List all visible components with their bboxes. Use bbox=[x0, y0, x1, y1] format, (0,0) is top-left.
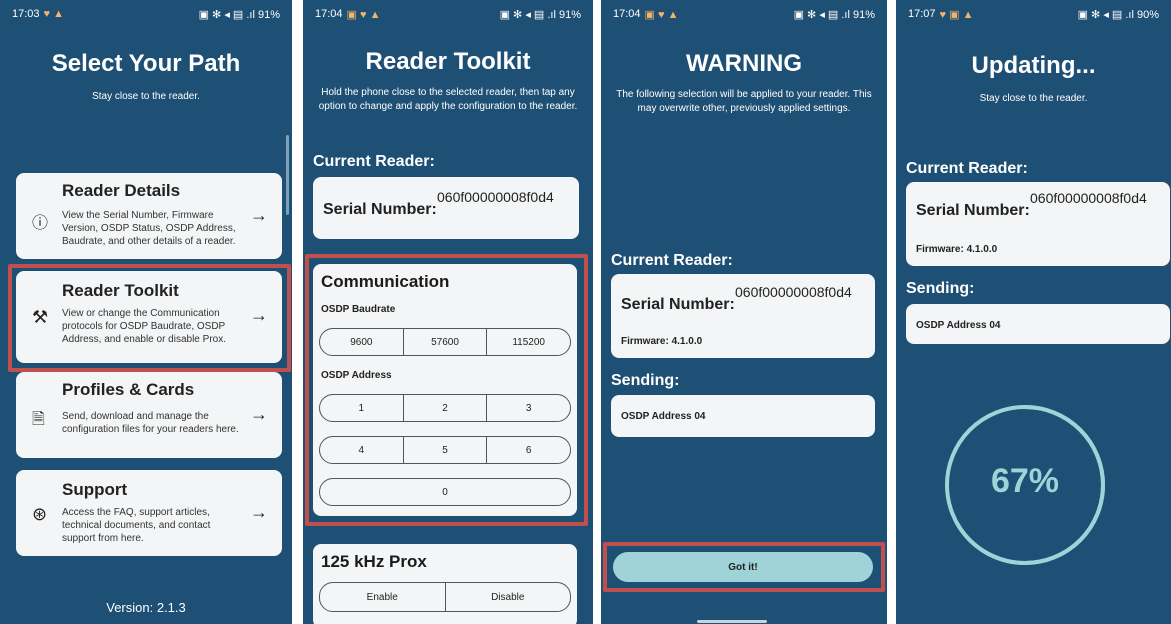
arrow-right-icon: → bbox=[250, 205, 268, 225]
highlight-frame bbox=[8, 264, 291, 372]
current-reader-label: Current Reader: bbox=[313, 153, 435, 170]
serial-number-label: Serial Number: bbox=[323, 201, 437, 218]
status-bar: 17:03 ♥ ▲ ▣ ✻ ◂ ▤ .ıl 91% bbox=[0, 0, 292, 28]
current-reader-card: Serial Number: 060f00000008f0d4 bbox=[313, 177, 579, 239]
page-subtitle: Stay close to the reader. bbox=[92, 91, 200, 102]
arrow-right-icon: → bbox=[250, 502, 268, 522]
status-bar: 17:04 ▣ ♥ ▲ ▣ ✻ ◂ ▤ .ıl 91% bbox=[303, 0, 593, 28]
sending-label: Sending: bbox=[611, 372, 680, 389]
highlight-frame bbox=[305, 254, 588, 526]
page-title: Updating... bbox=[971, 52, 1096, 79]
current-reader-card: Serial Number: 060f00000008f0d4 Firmware… bbox=[906, 182, 1170, 266]
menu-item-support[interactable]: Support ⊛ Access the FAQ, support articl… bbox=[16, 470, 282, 556]
status-time: 17:03 bbox=[12, 8, 40, 20]
notification-icons: ♥ ▲ bbox=[43, 8, 65, 20]
notification-icons: ♥ ▣ ▲ bbox=[939, 8, 974, 21]
menu-item-title: Profiles & Cards bbox=[62, 380, 195, 399]
sending-value: OSDP Address 04 bbox=[916, 320, 1001, 331]
status-bar: 17:04 ▣ ♥ ▲ ▣ ✻ ◂ ▤ .ıl 91% bbox=[601, 0, 887, 28]
sending-label: Sending: bbox=[906, 280, 975, 297]
menu-item-desc: Send, download and manage the configurat… bbox=[62, 411, 239, 435]
prox-option-disable[interactable]: Disable bbox=[444, 583, 571, 611]
firmware-version: Firmware: 4.1.0.0 bbox=[621, 336, 703, 347]
prox-card: 125 kHz Prox Enable Disable bbox=[313, 544, 577, 624]
prox-option-enable[interactable]: Enable bbox=[320, 583, 445, 611]
screen-select-path: 17:03 ♥ ▲ ▣ ✻ ◂ ▤ .ıl 91% Select Your Pat… bbox=[0, 0, 292, 624]
info-icon: ⓘ bbox=[32, 215, 49, 232]
menu-item-title: Reader Details bbox=[62, 181, 181, 200]
screen-updating: 17:07 ♥ ▣ ▲ ▣ ✻ ◂ ▤ .ıl 90% Updating... S… bbox=[896, 0, 1171, 624]
page-subtitle: The following selection will be applied … bbox=[616, 89, 872, 114]
current-reader-card: Serial Number: 060f00000008f0d4 Firmware… bbox=[611, 274, 875, 358]
progress-percent: 67% bbox=[990, 462, 1060, 500]
status-right: ▣ ✻ ◂ ▤ .ıl 91% bbox=[793, 8, 875, 21]
highlight-frame bbox=[603, 542, 885, 592]
page-title: WARNING bbox=[686, 50, 802, 77]
menu-item-title: Support bbox=[62, 480, 128, 499]
prox-selector[interactable]: Enable Disable bbox=[319, 582, 571, 612]
current-reader-label: Current Reader: bbox=[611, 252, 733, 269]
page-subtitle: Stay close to the reader. bbox=[979, 93, 1088, 104]
status-bar: 17:07 ♥ ▣ ▲ ▣ ✻ ◂ ▤ .ıl 90% bbox=[896, 0, 1171, 28]
menu-item-reader-details[interactable]: Reader Details ⓘ View the Serial Number,… bbox=[16, 173, 282, 259]
serial-number-value: 060f00000008f0d4 bbox=[437, 189, 554, 205]
current-reader-label: Current Reader: bbox=[906, 160, 1028, 177]
notification-icons: ▣ ♥ ▲ bbox=[346, 8, 381, 21]
screen-warning: 17:04 ▣ ♥ ▲ ▣ ✻ ◂ ▤ .ıl 91% WARNING The f… bbox=[601, 0, 887, 624]
status-time: 17:07 bbox=[908, 8, 936, 20]
menu-item-profiles-cards[interactable]: Profiles & Cards 🗎 Send, download and ma… bbox=[16, 372, 282, 458]
page-subtitle: Hold the phone close to the selected rea… bbox=[318, 87, 578, 112]
app-version: Version: 2.1.3 bbox=[106, 600, 186, 615]
status-right: ▣ ✻ ◂ ▤ .ıl 91% bbox=[499, 8, 581, 21]
scrollbar[interactable] bbox=[286, 135, 289, 215]
notification-icons: ▣ ♥ ▲ bbox=[644, 8, 679, 21]
serial-number-value: 060f00000008f0d4 bbox=[735, 284, 852, 300]
lifebuoy-icon: ⊛ bbox=[32, 504, 48, 524]
sending-value: OSDP Address 04 bbox=[621, 411, 706, 422]
status-right: ▣ ✻ ◂ ▤ .ıl 91% bbox=[198, 8, 280, 21]
serial-number-label: Serial Number: bbox=[916, 202, 1030, 219]
sending-card: OSDP Address 04 bbox=[906, 304, 1170, 344]
home-indicator bbox=[697, 620, 767, 623]
status-right: ▣ ✻ ◂ ▤ .ıl 90% bbox=[1077, 8, 1159, 21]
serial-number-value: 060f00000008f0d4 bbox=[1030, 190, 1147, 206]
arrow-right-icon: → bbox=[250, 404, 268, 424]
menu-item-desc: Access the FAQ, support articles, techni… bbox=[62, 507, 211, 544]
status-time: 17:04 bbox=[613, 8, 641, 20]
status-time: 17:04 bbox=[315, 8, 343, 20]
page-title: Select Your Path bbox=[51, 50, 241, 77]
firmware-version: Firmware: 4.1.0.0 bbox=[916, 244, 998, 255]
serial-number-label: Serial Number: bbox=[621, 296, 735, 313]
sending-card: OSDP Address 04 bbox=[611, 395, 875, 437]
document-icon: 🗎 bbox=[32, 411, 45, 428]
menu-item-desc: View the Serial Number, Firmware Version… bbox=[62, 210, 236, 247]
page-title: Reader Toolkit bbox=[365, 48, 531, 75]
prox-title: 125 kHz Prox bbox=[321, 552, 427, 571]
screen-reader-toolkit: 17:04 ▣ ♥ ▲ ▣ ✻ ◂ ▤ .ıl 91% Reader Toolki… bbox=[303, 0, 593, 624]
